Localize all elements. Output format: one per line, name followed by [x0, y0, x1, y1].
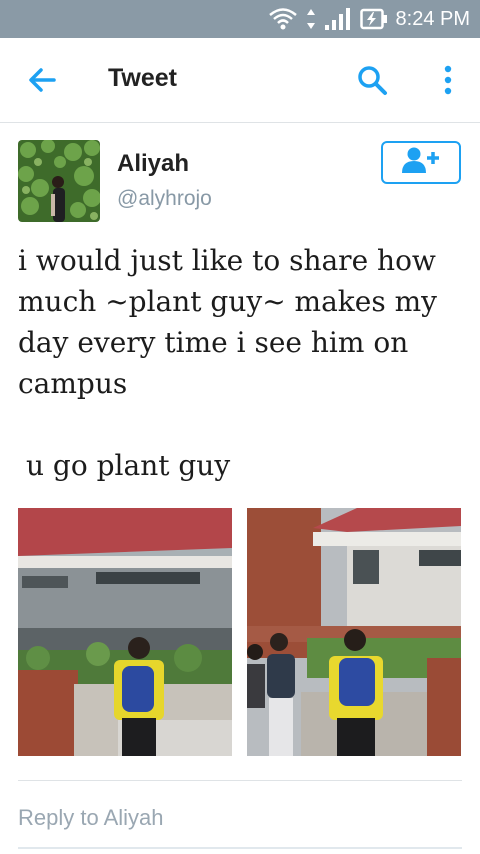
page-title: Tweet	[108, 64, 177, 92]
follow-user-icon	[401, 146, 441, 179]
tweet-text-line: u go plant guy	[26, 449, 231, 482]
author-name[interactable]: Aliyah	[117, 150, 189, 178]
data-arrows-icon	[306, 8, 316, 30]
follow-button[interactable]	[381, 141, 461, 184]
status-time: 8:24 PM	[395, 7, 470, 30]
tweet-photo[interactable]	[18, 508, 232, 756]
status-bar: 8:24 PM	[0, 0, 480, 38]
signal-icon	[324, 7, 352, 31]
battery-charging-icon	[359, 8, 388, 30]
tweet-text: i would just like to share how much ~pla…	[18, 240, 468, 486]
tweet-photo[interactable]	[247, 508, 461, 756]
reply-input[interactable]: Reply to Aliyah	[18, 805, 164, 831]
back-arrow-icon[interactable]	[24, 64, 60, 96]
wifi-icon	[268, 7, 298, 31]
divider	[18, 780, 462, 781]
search-icon[interactable]	[356, 64, 388, 96]
author-handle[interactable]: @alyhrojo	[117, 187, 212, 211]
tweet-text-line: i would just like to share how much ~pla…	[18, 244, 437, 400]
reply-underline	[18, 847, 462, 849]
more-vert-icon[interactable]	[438, 62, 458, 98]
avatar[interactable]	[18, 140, 100, 222]
app-bar: Tweet	[0, 38, 480, 123]
